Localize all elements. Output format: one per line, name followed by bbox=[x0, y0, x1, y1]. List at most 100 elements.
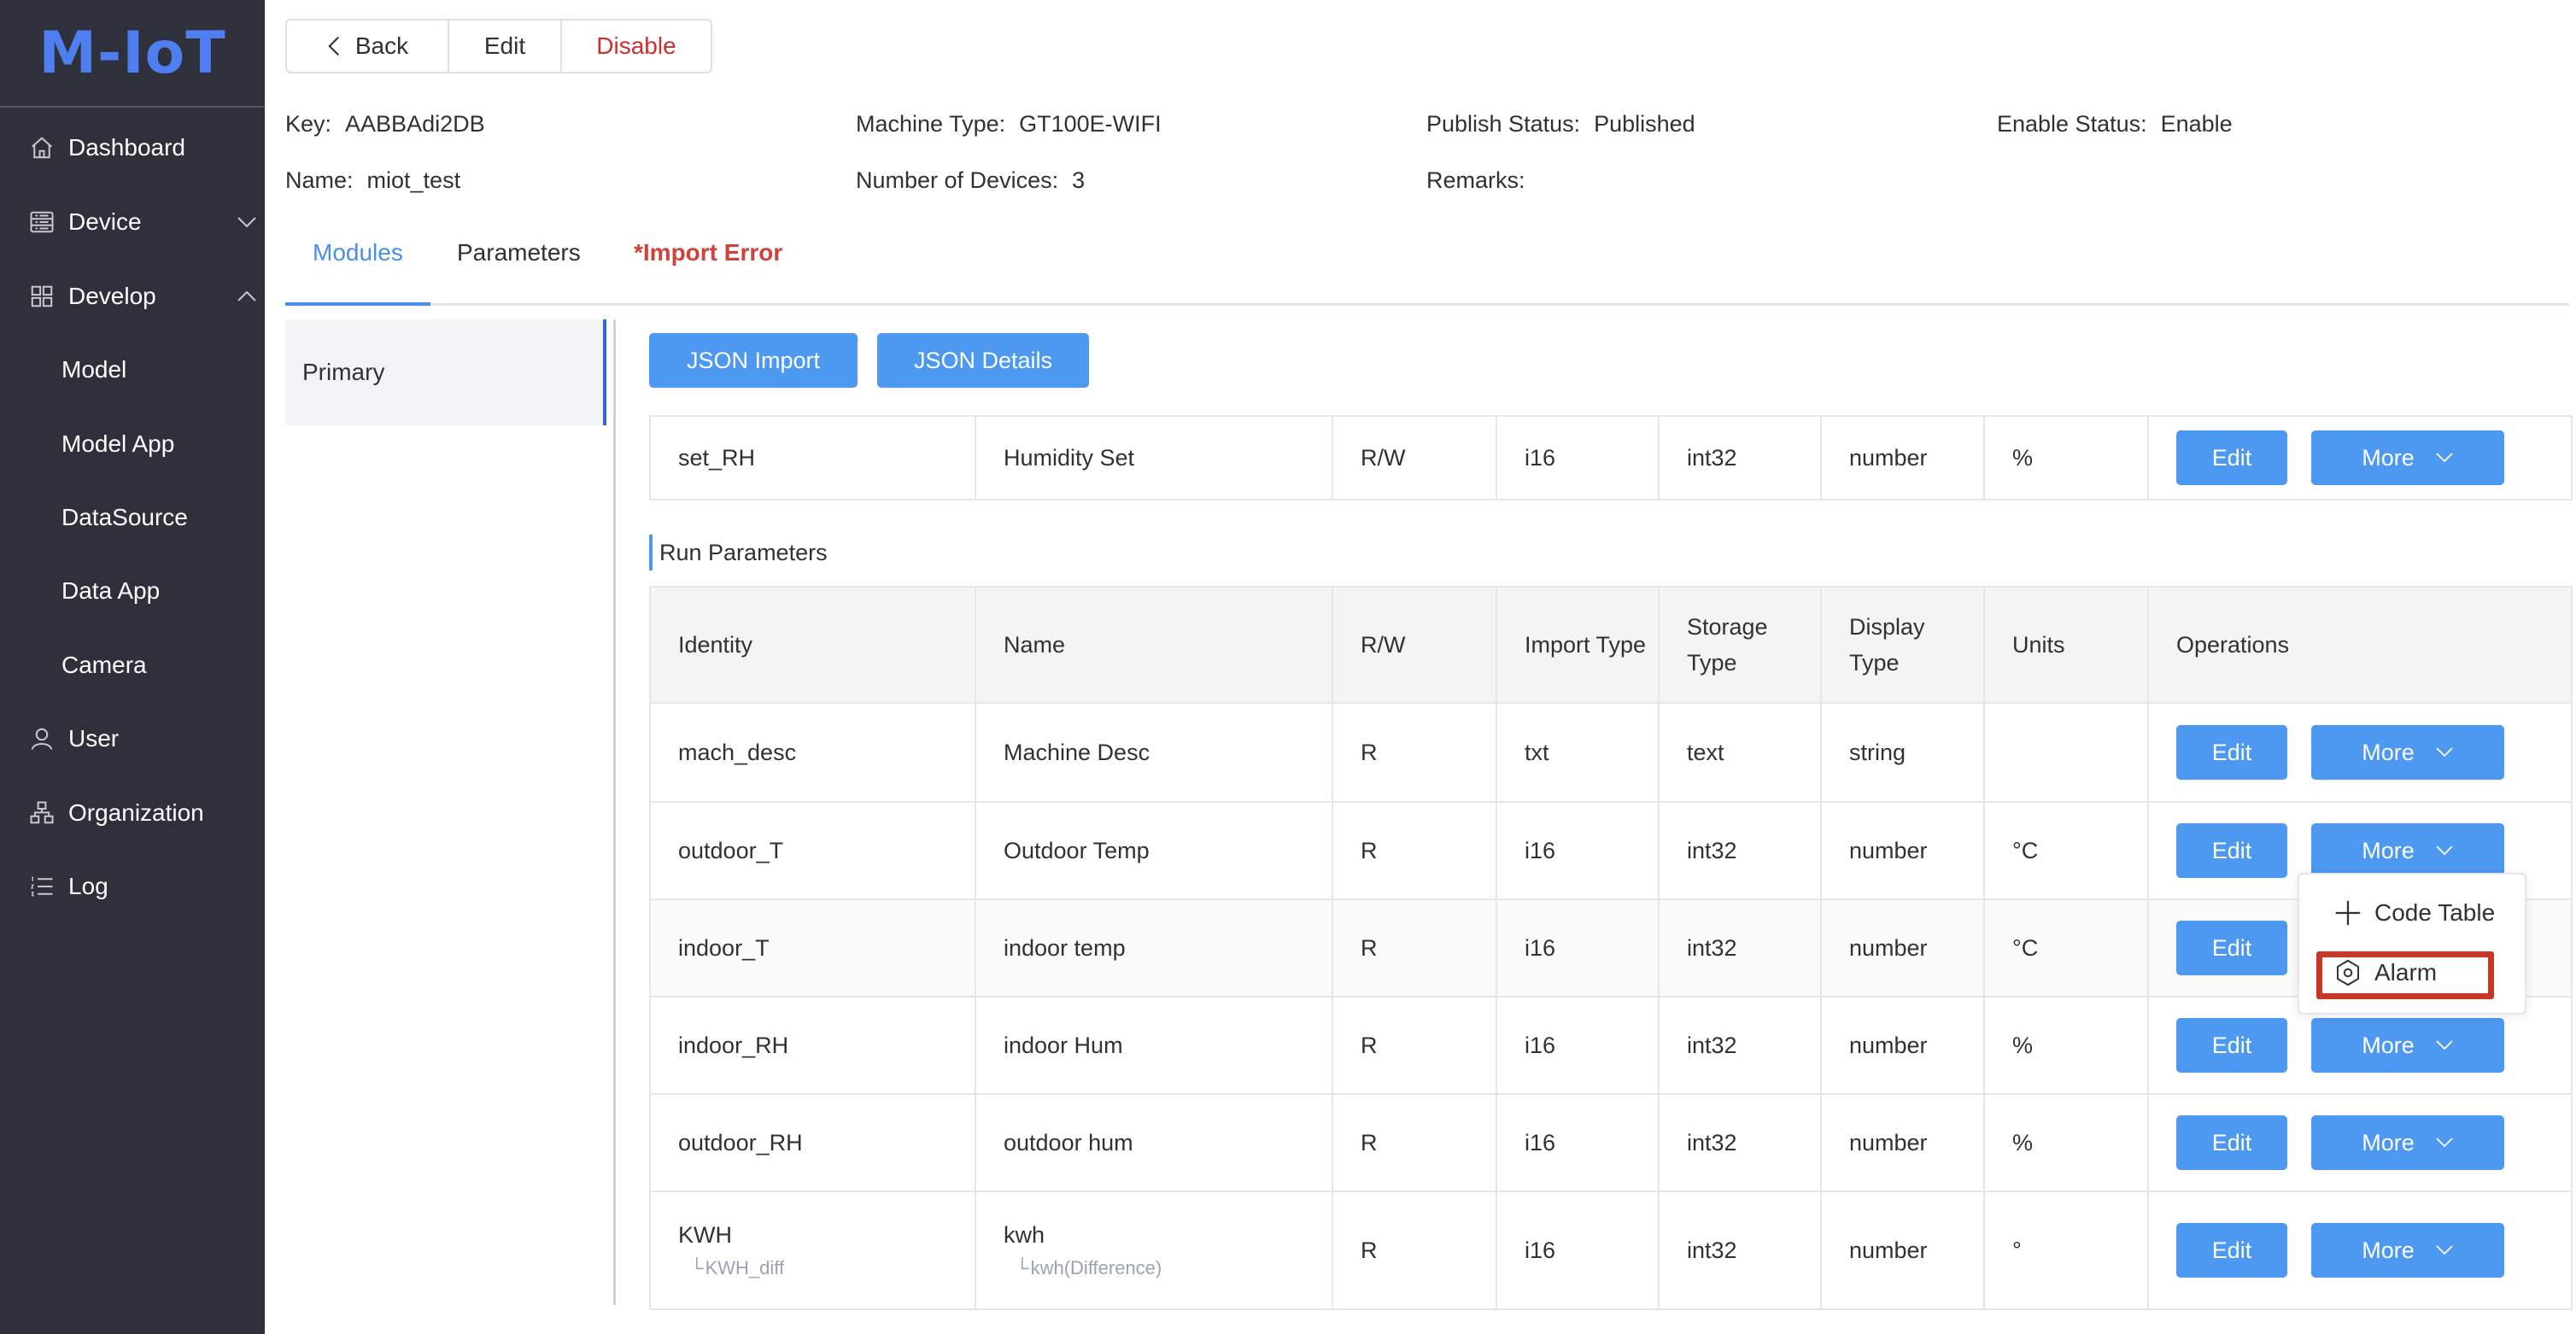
more-row-button[interactable]: More bbox=[2311, 430, 2504, 485]
cell-rw: R bbox=[1332, 898, 1497, 998]
name-text: Machine Desc bbox=[1004, 739, 1150, 765]
back-button-label: Back bbox=[354, 32, 409, 59]
sidebar-item-camera[interactable]: Camera bbox=[0, 629, 265, 702]
user-icon bbox=[29, 726, 55, 752]
header-import-type: Import Type bbox=[1496, 586, 1660, 704]
more-label: More bbox=[2362, 837, 2415, 863]
sidebar-item-log[interactable]: Log bbox=[0, 850, 265, 923]
more-row-button[interactable]: More bbox=[2311, 1018, 2504, 1073]
back-button[interactable]: Back bbox=[287, 20, 449, 72]
cell-display-type: string bbox=[1820, 702, 1985, 803]
identity-text: outdoor_RH bbox=[678, 1129, 803, 1156]
ordered-list-icon bbox=[29, 874, 55, 899]
more-label: More bbox=[2362, 739, 2415, 765]
cell-units: °C bbox=[1983, 801, 2149, 900]
logo: M-IoT bbox=[0, 0, 265, 108]
table-row: outdoor_RH outdoor hum R i16 int32 numbe… bbox=[649, 1093, 2573, 1192]
chevron-down-icon bbox=[2436, 747, 2453, 758]
edit-row-button[interactable]: Edit bbox=[2176, 1018, 2287, 1073]
info-label: Enable Status: bbox=[1997, 111, 2147, 137]
tree-branch-icon: └ bbox=[1016, 1256, 1029, 1278]
sidebar-item-label: DataSource bbox=[61, 504, 188, 530]
info-name: Name: miot_test bbox=[285, 167, 460, 194]
cell-import-type: i16 bbox=[1496, 898, 1660, 998]
info-value: GT100E-WIFI bbox=[1019, 111, 1162, 137]
cell-storage-type: int32 bbox=[1658, 898, 1822, 998]
edit-row-button[interactable]: Edit bbox=[2176, 725, 2287, 780]
info-value: Enable bbox=[2160, 111, 2233, 137]
sidebar-item-model[interactable]: Model bbox=[0, 333, 265, 407]
cell-display-type: number bbox=[1820, 1191, 1985, 1310]
cell-storage-type: int32 bbox=[1658, 996, 1822, 1095]
cell-rw: R bbox=[1332, 1191, 1497, 1310]
dropdown-item-alarm[interactable]: Alarm bbox=[2333, 958, 2437, 987]
more-row-button[interactable]: More bbox=[2311, 823, 2504, 878]
cell-units bbox=[1983, 702, 2149, 803]
tab-parameters[interactable]: Parameters bbox=[457, 239, 581, 266]
json-details-button[interactable]: JSON Details bbox=[877, 333, 1089, 388]
tab-modules[interactable]: Modules bbox=[313, 239, 403, 266]
cell-storage-type: text bbox=[1658, 702, 1822, 803]
sidebar-item-label: User bbox=[68, 725, 120, 752]
cell-rw: R/W bbox=[1332, 415, 1497, 500]
home-icon bbox=[29, 135, 55, 161]
info-enable-status: Enable Status: Enable bbox=[1997, 111, 2233, 137]
sidebar: M-IoT Dashboard Device Develop Model Mod… bbox=[0, 0, 265, 1334]
sidebar-item-label: Model App bbox=[61, 430, 175, 457]
info-value: AABBAdi2DB bbox=[345, 111, 485, 137]
info-label: Machine Type: bbox=[856, 111, 1006, 137]
edit-row-button[interactable]: Edit bbox=[2176, 430, 2287, 485]
run-parameters-title: Run Parameters bbox=[649, 535, 828, 570]
name-text: Outdoor Temp bbox=[1004, 837, 1150, 863]
sidebar-item-label: Develop bbox=[68, 283, 156, 309]
cell-name: Machine Desc bbox=[975, 702, 1333, 803]
sidebar-item-develop[interactable]: Develop bbox=[0, 260, 265, 333]
name-text: outdoor hum bbox=[1004, 1129, 1133, 1156]
module-item-primary[interactable]: Primary bbox=[285, 319, 606, 425]
edit-row-button[interactable]: Edit bbox=[2176, 823, 2287, 878]
sidebar-item-dashboard[interactable]: Dashboard bbox=[0, 111, 265, 184]
table-row: mach_desc Machine Desc R txt text string… bbox=[649, 702, 2573, 803]
edit-row-button[interactable]: Edit bbox=[2176, 1115, 2287, 1170]
header-identity: Identity bbox=[649, 586, 976, 704]
sidebar-item-label: Model bbox=[61, 356, 127, 383]
cell-display-type: number bbox=[1820, 1093, 1985, 1192]
json-import-button[interactable]: JSON Import bbox=[649, 333, 858, 388]
sidebar-item-organization[interactable]: Organization bbox=[0, 776, 265, 850]
cell-display-type: number bbox=[1820, 801, 1985, 900]
name-sub-value: kwh(Difference) bbox=[1030, 1256, 1162, 1278]
chevron-down-icon bbox=[2436, 1040, 2453, 1050]
cell-import-type: i16 bbox=[1496, 1191, 1660, 1310]
cell-identity: indoor_RH bbox=[649, 996, 976, 1095]
sidebar-item-device[interactable]: Device bbox=[0, 185, 265, 259]
disable-button[interactable]: Disable bbox=[562, 20, 711, 72]
cell-import-type: txt bbox=[1496, 702, 1660, 803]
edit-row-button[interactable]: Edit bbox=[2176, 921, 2287, 975]
info-machine-type: Machine Type: GT100E-WIFI bbox=[856, 111, 1162, 137]
sidebar-item-data-app[interactable]: Data App bbox=[0, 554, 265, 628]
info-publish-status: Publish Status: Published bbox=[1426, 111, 1695, 137]
more-row-button[interactable]: More bbox=[2311, 1115, 2504, 1170]
sidebar-item-datasource[interactable]: DataSource bbox=[0, 481, 265, 554]
edit-row-button[interactable]: Edit bbox=[2176, 1223, 2287, 1278]
info-label: Publish Status: bbox=[1426, 111, 1581, 137]
chevron-left-icon bbox=[328, 36, 339, 56]
panel-divider bbox=[613, 319, 616, 1305]
cell-name: Outdoor Temp bbox=[975, 801, 1333, 900]
sidebar-item-model-app[interactable]: Model App bbox=[0, 407, 265, 481]
more-dropdown-menu: Code Table Alarm bbox=[2298, 873, 2526, 1015]
table-row: set_RH Humidity Set R/W i16 int32 number… bbox=[649, 415, 2573, 500]
identity-text: indoor_T bbox=[678, 934, 770, 961]
tree-branch-icon: └ bbox=[690, 1256, 704, 1278]
cell-identity: KWH └KWH_diff bbox=[649, 1191, 976, 1310]
sidebar-item-user[interactable]: User bbox=[0, 702, 265, 775]
tab-import-error[interactable]: *Import Error bbox=[634, 239, 782, 266]
plus-icon bbox=[2335, 900, 2361, 926]
cell-import-type: i16 bbox=[1496, 996, 1660, 1095]
cell-display-type: number bbox=[1820, 996, 1985, 1095]
name-text: indoor Hum bbox=[1004, 1032, 1123, 1058]
more-row-button[interactable]: More bbox=[2311, 725, 2504, 780]
edit-button[interactable]: Edit bbox=[449, 20, 562, 72]
more-row-button[interactable]: More bbox=[2311, 1223, 2504, 1278]
dropdown-item-code-table[interactable]: Code Table bbox=[2333, 898, 2495, 927]
